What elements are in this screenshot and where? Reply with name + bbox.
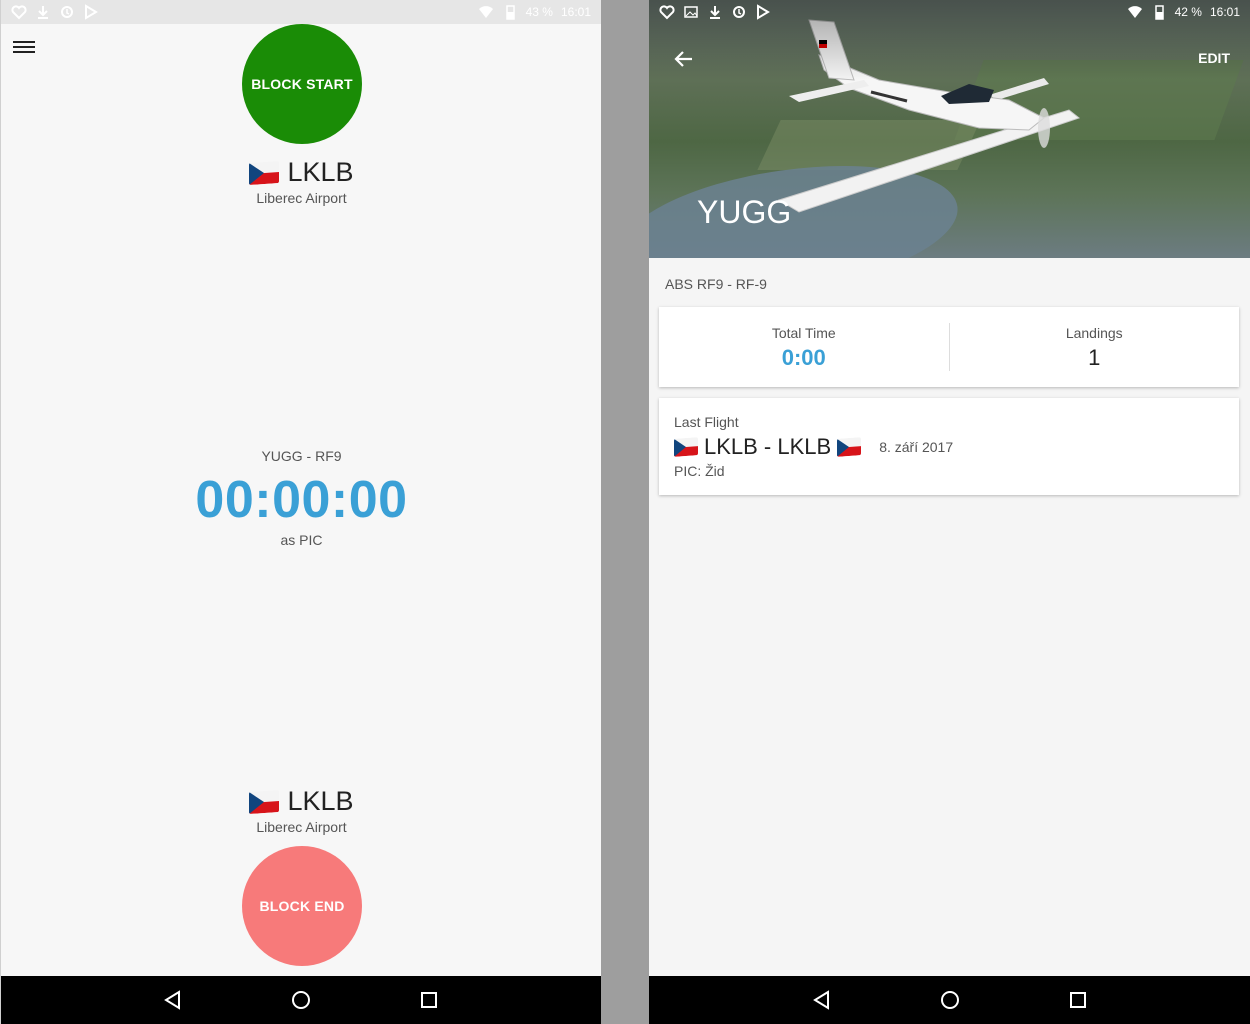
square-recent-icon [1069,992,1086,1008]
last-flight-pic: PIC: Žid [674,463,725,479]
arrival-name: Liberec Airport [256,819,347,835]
timer-aircraft: YUGG - RF9 [261,448,342,464]
last-flight-route: LKLB - LKLB [704,434,832,459]
czech-flag-icon [837,437,862,457]
triangle-back-icon [812,990,829,1010]
circle-home-icon [940,991,959,1009]
play-store-icon [85,4,98,20]
battery-icon [1154,5,1164,20]
total-time-stat: Total Time 0:00 [659,307,949,387]
block-end-label: BLOCK END [259,898,345,914]
edit-button[interactable]: EDIT [1198,50,1230,66]
wifi-icon [1127,6,1142,18]
sync-icon [733,6,745,18]
czech-flag-icon [674,437,698,457]
battery-icon [505,5,515,20]
arrival-code: LKLB [287,786,354,816]
nav-back-button[interactable] [803,981,841,1019]
last-flight-label: Last Flight [674,414,739,430]
download-icon [710,6,720,19]
hamburger-menu-icon[interactable] [13,38,35,56]
status-bar: 43 % 16:01 [1,0,601,24]
arrival-airport[interactable]: LKLB Liberec Airport [1,786,601,835]
czech-flag-icon [249,789,280,814]
total-time-label: Total Time [771,325,836,341]
left-screen: 43 % 16:01 BLOCK START LKLB Liberec Airp… [0,0,601,1024]
flight-timer: YUGG - RF9 00:00:00 as PIC [1,448,601,548]
clock: 16:01 [560,5,591,19]
block-start-button[interactable]: BLOCK START [242,24,362,144]
battery-percent: 42 % [1174,5,1202,19]
square-recent-icon [421,992,437,1008]
navigation-bar [1,976,601,1024]
download-icon [38,6,48,19]
nav-back-button[interactable] [154,981,192,1019]
landings-label: Landings [1065,325,1123,341]
aircraft-title: YUGG [697,194,792,230]
clock: 16:01 [1209,5,1240,19]
heart-icon [659,5,675,20]
last-flight-card[interactable]: Last Flight LKLB - LKLB 8. září 2017 PIC… [659,398,1239,495]
timer-role: as PIC [280,532,323,548]
departure-code: LKLB [287,157,354,187]
landings-value: 1 [1088,345,1101,370]
status-bar: 42 % 16:01 [649,0,1250,24]
battery-percent: 43 % [525,5,553,19]
navigation-bar [649,976,1250,1024]
nav-home-button[interactable] [931,981,969,1019]
total-time-value: 0:00 [781,345,826,370]
czech-flag-icon [249,160,280,185]
play-store-icon [757,4,770,20]
wifi-icon [478,6,493,18]
block-start-label: BLOCK START [251,76,353,92]
back-button[interactable] [671,46,697,72]
image-icon [684,6,698,18]
stats-card: Total Time 0:00 Landings 1 [659,307,1239,387]
right-screen: 42 % 16:01 EDIT YUGG ABS RF9 - RF-9 Tota… [649,0,1250,1024]
nav-recent-button[interactable] [1059,981,1097,1019]
heart-icon [11,5,27,20]
timer-value: 00:00:00 [195,471,408,529]
departure-airport[interactable]: LKLB Liberec Airport [1,157,601,206]
triangle-back-icon [164,990,180,1010]
sync-icon [61,6,73,18]
nav-home-button[interactable] [282,981,320,1019]
departure-name: Liberec Airport [256,190,347,206]
landings-stat: Landings 1 [950,307,1240,387]
aircraft-model: ABS RF9 - RF-9 [665,276,767,292]
arrow-back-icon [674,51,692,67]
block-end-button[interactable]: BLOCK END [242,846,362,966]
last-flight-date: 8. září 2017 [879,439,954,455]
nav-recent-button[interactable] [410,981,448,1019]
circle-home-icon [292,991,310,1009]
